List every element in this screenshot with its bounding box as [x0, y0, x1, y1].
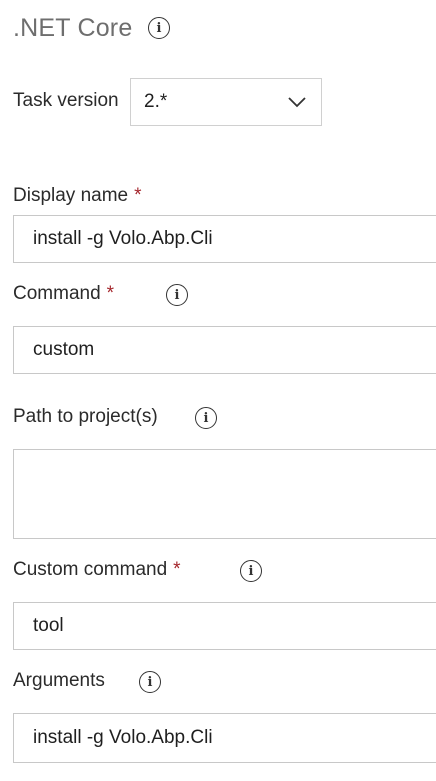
custom-command-input[interactable]: tool	[13, 602, 436, 650]
command-input[interactable]: custom	[13, 326, 436, 374]
info-icon[interactable]: i	[148, 17, 170, 39]
arguments-input[interactable]: install -g Volo.Abp.Cli	[13, 713, 436, 763]
chevron-down-icon	[288, 97, 306, 108]
task-version-label: Task version	[13, 90, 119, 111]
required-marker: *	[106, 283, 115, 304]
path-to-projects-textarea[interactable]	[13, 449, 436, 539]
display-name-input[interactable]: install -g Volo.Abp.Cli	[13, 215, 436, 263]
task-version-select[interactable]: 2.*	[130, 78, 322, 126]
task-title: .NET Core	[13, 14, 133, 42]
arguments-label: Arguments	[13, 670, 105, 691]
display-name-label: Display name *	[13, 184, 142, 208]
display-name-label-text: Display name	[13, 185, 129, 206]
info-icon[interactable]: i	[195, 407, 217, 429]
custom-command-label: Custom command *	[13, 558, 181, 582]
path-to-projects-label: Path to project(s)	[13, 406, 158, 427]
info-icon[interactable]: i	[166, 284, 188, 306]
required-marker: *	[134, 185, 142, 206]
task-settings-panel: .NET Core i Task version 2.* Display nam…	[0, 0, 436, 781]
command-label-text: Command	[13, 283, 101, 304]
required-marker: *	[173, 559, 181, 580]
info-icon[interactable]: i	[240, 560, 262, 582]
task-version-value: 2.*	[144, 91, 168, 112]
info-icon[interactable]: i	[139, 671, 161, 693]
command-label: Command *	[13, 282, 114, 306]
custom-command-label-text: Custom command	[13, 559, 168, 580]
